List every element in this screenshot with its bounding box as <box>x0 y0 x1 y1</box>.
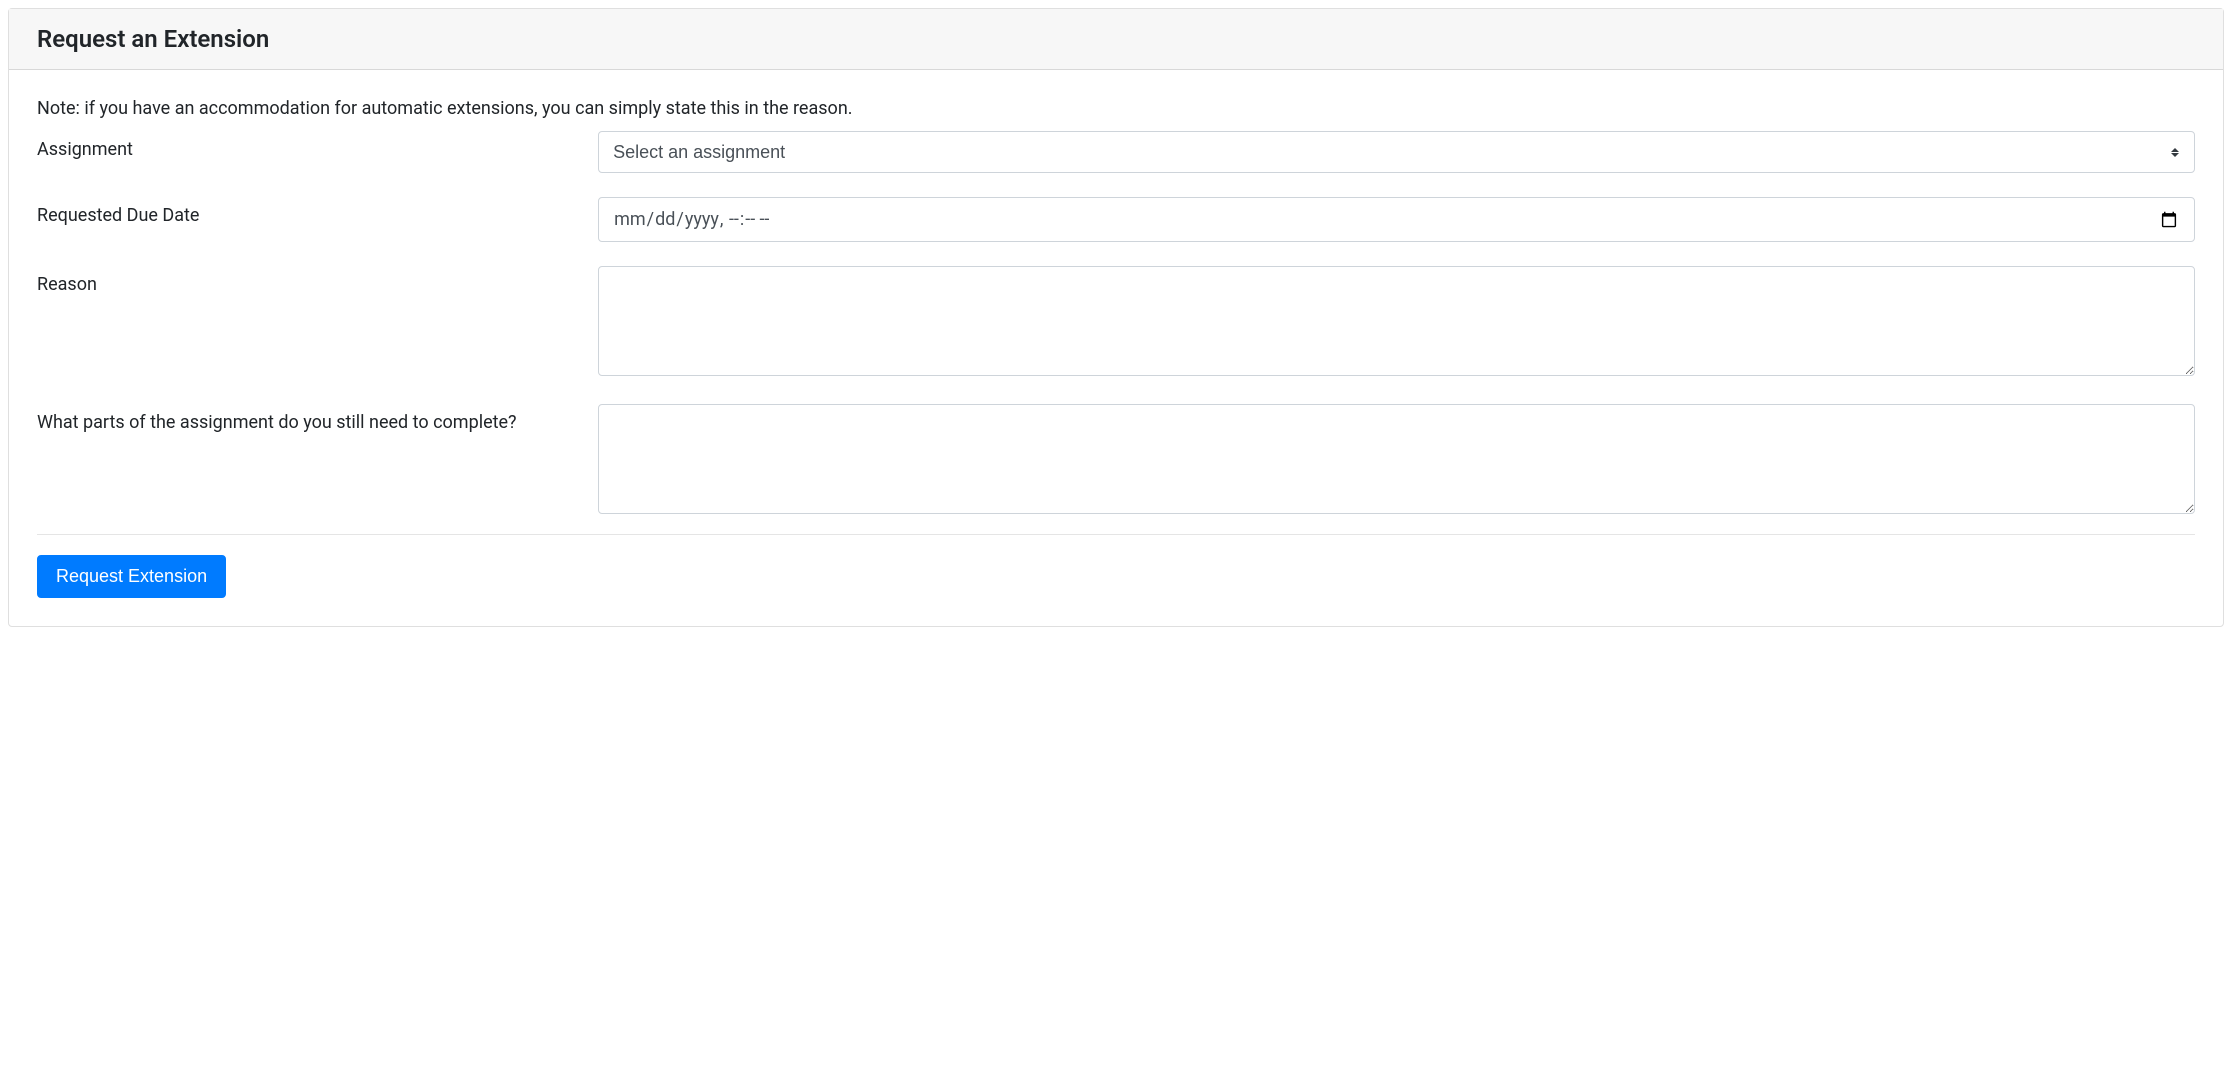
assignment-row: Assignment Select an assignment <box>37 131 2195 173</box>
card-body: Note: if you have an accommodation for a… <box>9 70 2223 626</box>
accommodation-note: Note: if you have an accommodation for a… <box>37 98 2195 119</box>
due-date-row: Requested Due Date <box>37 197 2195 242</box>
parts-remaining-row: What parts of the assignment do you stil… <box>37 404 2195 518</box>
assignment-select-wrap: Select an assignment <box>598 131 2195 173</box>
assignment-select[interactable]: Select an assignment <box>598 131 2195 173</box>
parts-remaining-textarea[interactable] <box>598 404 2195 514</box>
divider <box>37 534 2195 535</box>
due-date-control-wrap <box>598 197 2195 242</box>
request-extension-button[interactable]: Request Extension <box>37 555 226 598</box>
reason-label: Reason <box>37 266 598 295</box>
parts-remaining-control-wrap <box>598 404 2195 518</box>
parts-remaining-label: What parts of the assignment do you stil… <box>37 404 598 433</box>
due-date-label: Requested Due Date <box>37 197 598 226</box>
reason-row: Reason <box>37 266 2195 380</box>
due-date-input[interactable] <box>598 197 2195 242</box>
extension-request-card: Request an Extension Note: if you have a… <box>8 8 2224 627</box>
card-header: Request an Extension <box>9 9 2223 70</box>
reason-control-wrap <box>598 266 2195 380</box>
reason-textarea[interactable] <box>598 266 2195 376</box>
assignment-control-wrap: Select an assignment <box>598 131 2195 173</box>
card-title: Request an Extension <box>37 25 2195 53</box>
assignment-label: Assignment <box>37 131 598 160</box>
